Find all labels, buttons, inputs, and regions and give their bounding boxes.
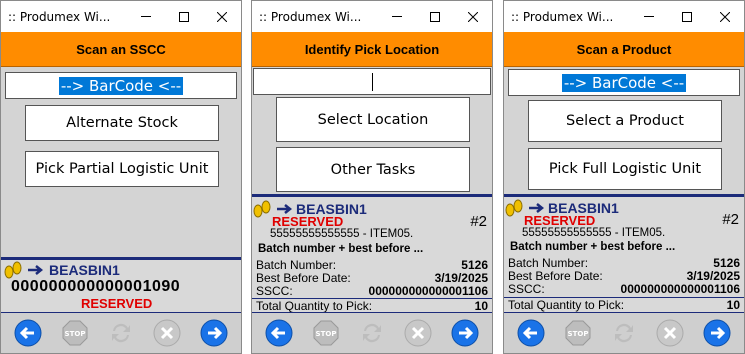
batch-number-value: 5126 — [713, 256, 740, 270]
sequence-number: #2 — [722, 211, 739, 228]
minimize-icon[interactable] — [378, 1, 416, 32]
close-icon[interactable] — [706, 1, 744, 32]
sscc-number: 000000000000001090 — [11, 278, 181, 295]
bottom-navigation: STOP — [504, 313, 744, 353]
info-panel: BEASBIN1 000000000000001090 RESERVED — [1, 260, 241, 314]
window-title: :: Produmex Wi... — [259, 9, 362, 24]
back-arrow-icon[interactable] — [516, 318, 546, 348]
bottom-navigation: STOP — [1, 313, 241, 353]
bin-name: BEASBIN1 — [49, 262, 120, 278]
batch-number-label: Batch Number: — [256, 258, 337, 272]
best-before-label: Best Before Date: — [508, 269, 603, 283]
barcode-input[interactable]: --> BarCode <-- — [5, 72, 237, 99]
text-caret — [372, 72, 373, 91]
location-input[interactable] — [253, 68, 491, 95]
bin-row: BEASBIN1 — [3, 261, 120, 279]
maximize-icon[interactable] — [165, 1, 203, 32]
barcode-value: --> BarCode <-- — [561, 73, 687, 92]
window-scan-product: :: Produmex Wi... Scan a Product --> Bar… — [503, 0, 745, 354]
cancel-icon[interactable] — [403, 318, 433, 348]
barcode-input[interactable]: --> BarCode <-- — [508, 69, 740, 96]
title-bar: :: Produmex Wi... — [504, 1, 744, 32]
batch-section-title: Batch number + best before ... — [258, 243, 424, 255]
sequence-number: #2 — [470, 213, 487, 230]
forward-arrow-icon[interactable] — [702, 318, 732, 348]
other-tasks-button[interactable]: Other Tasks — [276, 147, 470, 192]
total-quantity-value: 10 — [474, 299, 488, 313]
best-before-value: 3/19/2025 — [434, 271, 488, 285]
stop-label: STOP — [64, 330, 85, 338]
forward-arrow-icon[interactable] — [450, 318, 480, 348]
screen-header: Scan an SSCC — [1, 32, 241, 67]
stop-label: STOP — [567, 330, 588, 338]
refresh-icon[interactable] — [609, 318, 639, 348]
stop-icon[interactable]: STOP — [311, 318, 341, 348]
best-before-value: 3/19/2025 — [686, 269, 740, 283]
window-scan-sscc: :: Produmex Wi... Scan an SSCC --> BarCo… — [0, 0, 242, 354]
batch-section-title: Batch number + best before ... — [510, 241, 676, 253]
stop-icon[interactable]: STOP — [563, 318, 593, 348]
reserved-status: RESERVED — [272, 214, 344, 229]
alternate-stock-button[interactable]: Alternate Stock — [25, 105, 219, 141]
back-arrow-icon[interactable] — [13, 318, 43, 348]
item-description: 55555555555555 - ITEM05. — [522, 227, 666, 239]
cancel-icon[interactable] — [655, 318, 685, 348]
screen-header: Identify Pick Location — [252, 32, 492, 67]
back-arrow-icon[interactable] — [264, 318, 294, 348]
sscc-label: SSCC: — [256, 284, 293, 298]
title-bar: :: Produmex Wi... — [252, 1, 492, 32]
refresh-icon[interactable] — [106, 318, 136, 348]
maximize-icon[interactable] — [668, 1, 706, 32]
close-icon[interactable] — [454, 1, 492, 32]
forward-arrow-icon[interactable] — [199, 318, 229, 348]
select-a-product-button[interactable]: Select a Product — [528, 100, 722, 142]
refresh-icon[interactable] — [357, 318, 387, 348]
footprints-icon — [252, 200, 274, 218]
reserved-status: RESERVED — [524, 213, 596, 228]
title-bar: :: Produmex Wi... — [1, 1, 241, 32]
barcode-value: --> BarCode <-- — [58, 76, 184, 95]
maximize-icon[interactable] — [416, 1, 454, 32]
item-description: 55555555555555 - ITEM05. — [270, 228, 414, 240]
reserved-status: RESERVED — [81, 296, 153, 311]
sscc-label: SSCC: — [508, 282, 545, 296]
sscc-value: 000000000000001106 — [368, 284, 488, 298]
arrow-right-icon — [27, 264, 43, 276]
stop-label: STOP — [315, 330, 336, 338]
window-title: :: Produmex Wi... — [8, 9, 111, 24]
footprints-icon — [3, 261, 25, 279]
info-panel: BEASBIN1 RESERVED #2 55555555555555 - IT… — [252, 197, 492, 314]
bottom-navigation: STOP — [252, 313, 492, 353]
minimize-icon[interactable] — [630, 1, 668, 32]
screen-header: Scan a Product — [504, 32, 744, 67]
total-quantity-label: Total Quantity to Pick: — [256, 299, 373, 313]
close-icon[interactable] — [203, 1, 241, 32]
batch-number-label: Batch Number: — [508, 256, 589, 270]
minimize-icon[interactable] — [127, 1, 165, 32]
window-title: :: Produmex Wi... — [511, 9, 614, 24]
total-quantity-value: 10 — [726, 298, 740, 312]
window-identify-pick-location: :: Produmex Wi... Identify Pick Location… — [251, 0, 493, 354]
best-before-label: Best Before Date: — [256, 271, 351, 285]
info-panel: BEASBIN1 RESERVED #2 55555555555555 - IT… — [504, 197, 744, 314]
select-location-button[interactable]: Select Location — [276, 97, 470, 142]
footprints-icon — [504, 199, 526, 217]
batch-number-value: 5126 — [461, 258, 488, 272]
pick-full-logistic-unit-button[interactable]: Pick Full Logistic Unit — [528, 148, 722, 190]
stop-icon[interactable]: STOP — [60, 318, 90, 348]
pick-partial-logistic-unit-button[interactable]: Pick Partial Logistic Unit — [25, 151, 219, 187]
cancel-icon[interactable] — [152, 318, 182, 348]
sscc-value: 000000000000001106 — [620, 282, 740, 296]
total-quantity-label: Total Quantity to Pick: — [508, 298, 625, 312]
